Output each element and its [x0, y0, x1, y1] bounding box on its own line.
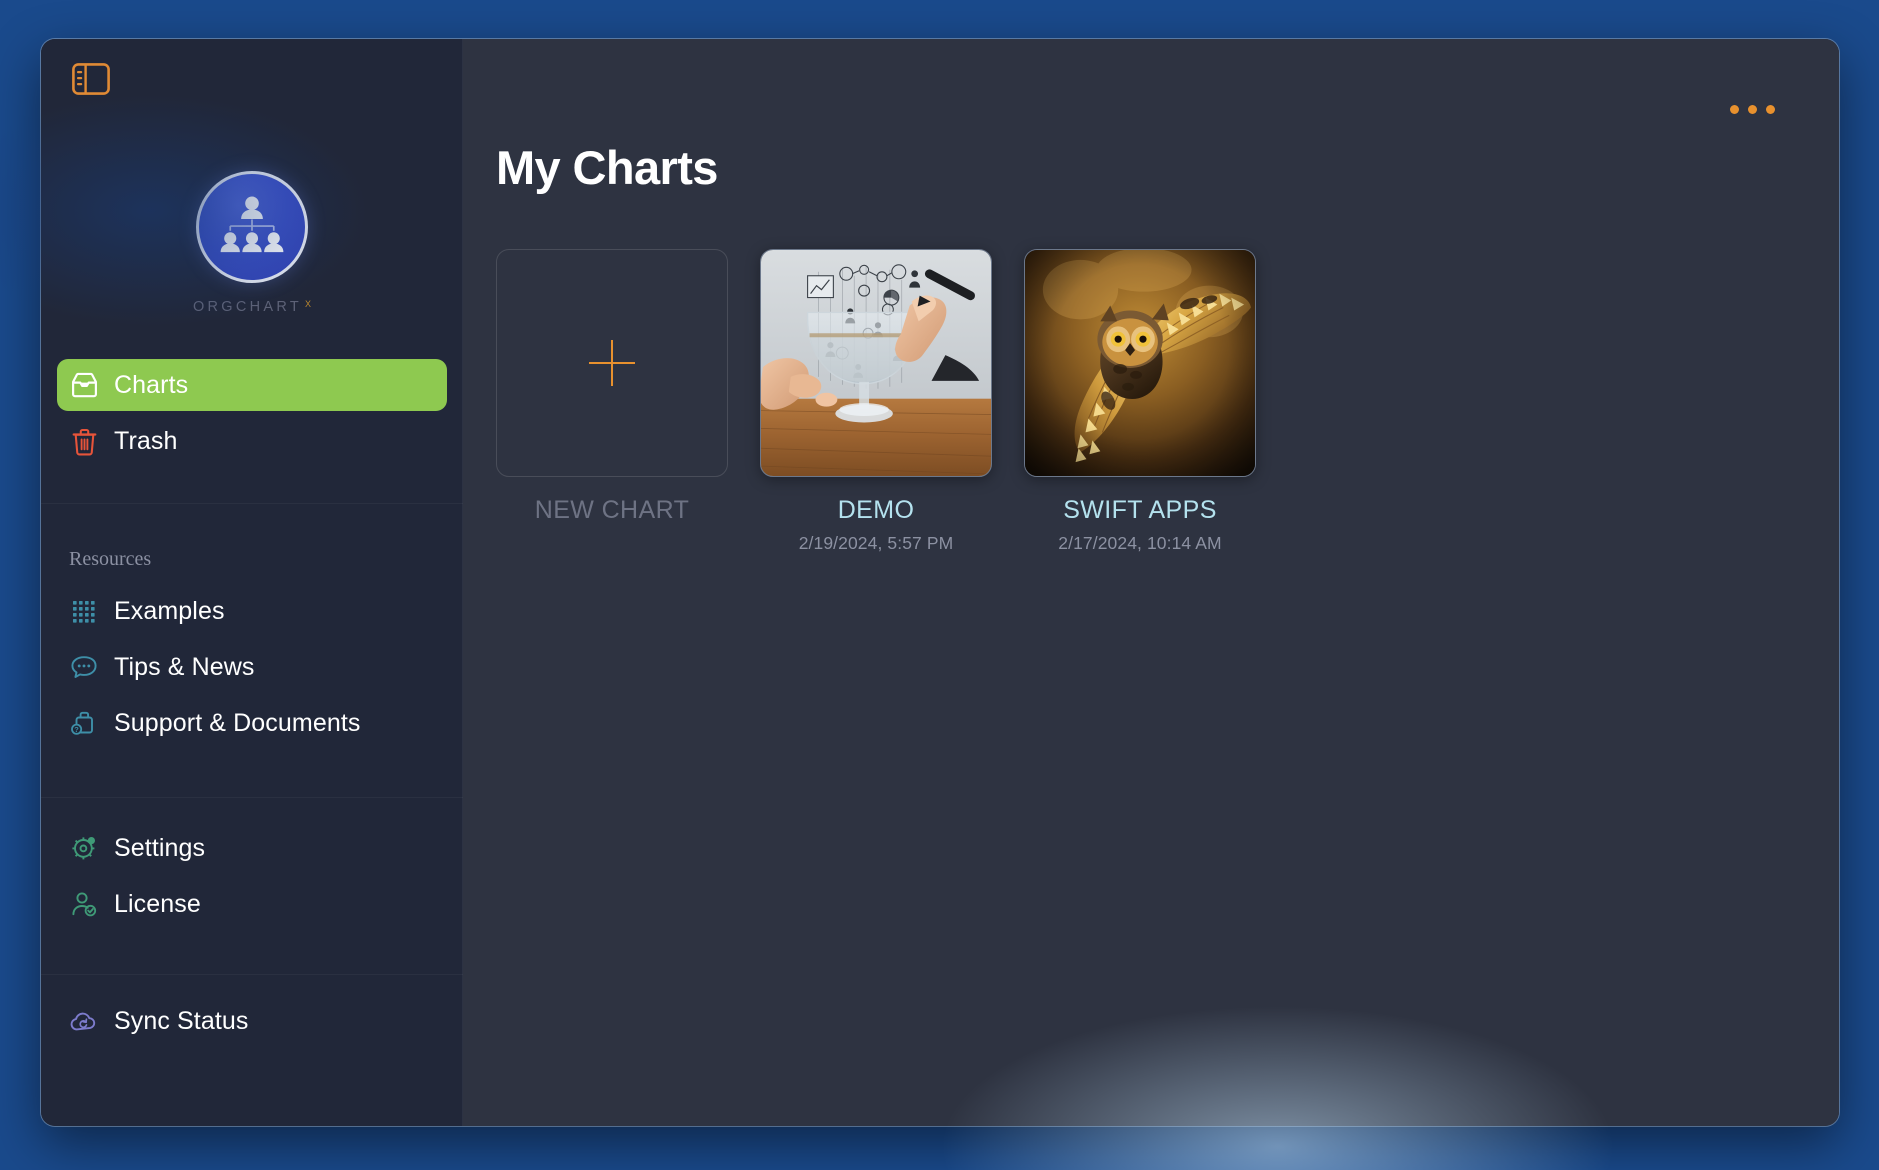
- tile-caption: DEMO: [837, 496, 915, 524]
- app-wordmark: ORGCHART X: [193, 299, 311, 315]
- sidebar-item-label: License: [114, 889, 201, 918]
- gear-icon: [69, 833, 99, 863]
- sidebar-settings-section: Settings License: [41, 822, 463, 930]
- sidebar-item-settings[interactable]: Settings: [57, 822, 447, 874]
- speech-bubble-icon: [69, 652, 99, 682]
- sidebar-item-support-documents[interactable]: ? Support & Documents: [57, 697, 447, 749]
- page-title: My Charts: [496, 141, 718, 194]
- grid-dots-icon: [69, 596, 99, 626]
- person-check-icon: [69, 889, 99, 919]
- inbox-tray-icon: [69, 370, 99, 400]
- sidebar-item-label: Charts: [114, 370, 189, 399]
- sidebar-section-resources-label: Resources: [69, 548, 152, 570]
- kebab-dot: [1748, 105, 1757, 114]
- sidebar-item-sync-status[interactable]: Sync Status: [57, 995, 447, 1047]
- chart-thumbnail-swift-apps[interactable]: [1024, 249, 1256, 477]
- trash-can-icon: [69, 426, 99, 456]
- sidebar-primary-section: Charts Trash: [41, 359, 463, 467]
- new-chart-thumb[interactable]: [496, 249, 728, 477]
- owl-in-flight: [1025, 250, 1255, 476]
- tile-caption: SWIFT APPS: [1063, 496, 1217, 524]
- plus-icon: [589, 340, 635, 386]
- svg-text:?: ?: [74, 725, 79, 734]
- sidebar-item-label: Examples: [114, 596, 225, 625]
- sidebar-item-label: Sync Status: [114, 1006, 249, 1035]
- sidebar-item-examples[interactable]: Examples: [57, 585, 447, 637]
- sidebar-footer-section: Sync Status: [41, 995, 463, 1047]
- charts-grid: NEW CHART DEMO 2/19/2024, 5:57 PM SWIFT …: [463, 195, 1839, 554]
- sidebar-toggle-icon[interactable]: [72, 63, 110, 95]
- desktop-wallpaper: ORGCHART X Charts Trash Resources Exampl…: [0, 0, 1879, 1170]
- chart-tile-demo[interactable]: DEMO 2/19/2024, 5:57 PM: [760, 249, 992, 554]
- help-briefcase-icon: ?: [69, 708, 99, 738]
- wordmark-text: ORGCHART: [192, 299, 303, 315]
- new-chart-tile[interactable]: NEW CHART: [496, 249, 728, 525]
- sidebar-resources-section: Examples Tips & News ? Support & Documen…: [41, 585, 463, 749]
- sidebar-item-label: Trash: [114, 426, 178, 455]
- sidebar-separator: [41, 503, 463, 504]
- kebab-dot: [1730, 105, 1739, 114]
- hands-drawing-orgchart-over-glass: [761, 250, 991, 476]
- main-content: My Charts NEW CHART DEMO 2/19/2024, 5:57…: [463, 39, 1839, 1126]
- sidebar-item-tips-news[interactable]: Tips & News: [57, 641, 447, 693]
- sidebar: ORGCHART X Charts Trash Resources Exampl…: [41, 39, 463, 1126]
- sidebar-item-license[interactable]: License: [57, 878, 447, 930]
- sidebar-item-label: Tips & News: [114, 652, 255, 681]
- kebab-menu-icon[interactable]: [1730, 105, 1775, 114]
- wordmark-superscript: X: [305, 299, 312, 309]
- cloud-sync-icon: [69, 1006, 99, 1036]
- kebab-dot: [1766, 105, 1775, 114]
- sidebar-item-charts[interactable]: Charts: [57, 359, 447, 411]
- org-chart-logo-icon: [196, 171, 308, 283]
- app-window: ORGCHART X Charts Trash Resources Exampl…: [41, 39, 1839, 1126]
- chart-tile-swift-apps[interactable]: SWIFT APPS 2/17/2024, 10:14 AM: [1024, 249, 1256, 554]
- tile-caption: NEW CHART: [534, 496, 690, 524]
- chart-thumbnail-demo[interactable]: [760, 249, 992, 477]
- sidebar-item-label: Settings: [114, 833, 206, 862]
- sidebar-item-trash[interactable]: Trash: [57, 415, 447, 467]
- sidebar-item-label: Support & Documents: [114, 708, 361, 737]
- tile-date: 2/17/2024, 10:14 AM: [1058, 533, 1222, 553]
- tile-date: 2/19/2024, 5:57 PM: [798, 533, 954, 553]
